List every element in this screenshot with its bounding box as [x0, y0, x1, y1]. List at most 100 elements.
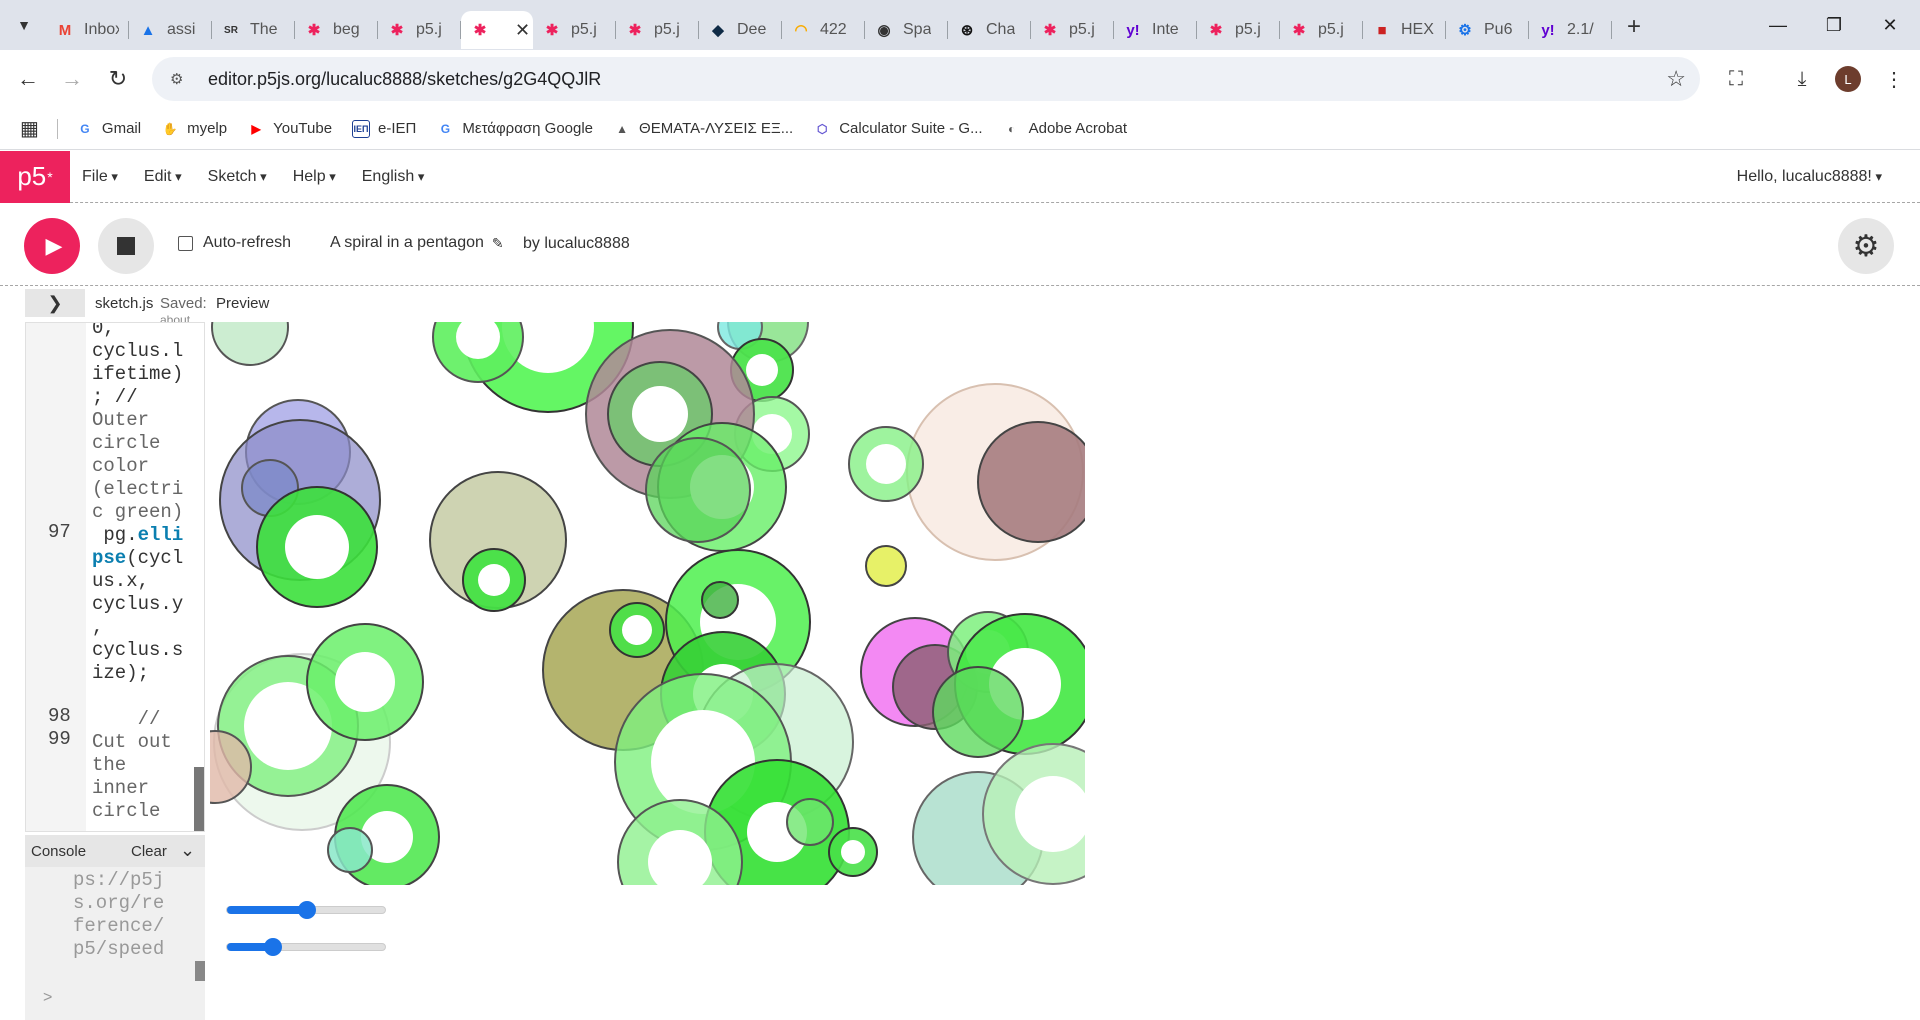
- bookmark-item[interactable]: ▲ ΘΕΜΑΤΑ-ΛΥΣΕΙΣ ΕΞ...: [613, 120, 793, 138]
- bookmark-item[interactable]: G Μετάφραση Google: [436, 120, 593, 138]
- code-line: 0,: [92, 322, 115, 339]
- slider-2[interactable]: [226, 938, 386, 956]
- play-button[interactable]: ▶: [24, 218, 80, 274]
- google-icon: G: [80, 121, 90, 136]
- code-line: pg.elli pse(cycl us.x, cyclus.y , cyclus.…: [92, 524, 204, 685]
- back-button[interactable]: ←: [6, 57, 50, 101]
- extensions-button[interactable]: ⛶: [1714, 57, 1758, 101]
- restore-button[interactable]: ❐: [1806, 0, 1862, 50]
- chevron-down-icon[interactable]: ⌄: [180, 840, 195, 861]
- editor-scrollbar[interactable]: [194, 767, 204, 831]
- url-input[interactable]: ⚙ editor.p5js.org/lucaluc8888/sketches/g…: [152, 57, 1700, 101]
- p5-logo[interactable]: p5 *: [0, 150, 70, 203]
- puzzle-icon: ⛶: [1729, 67, 1743, 90]
- code-editor[interactable]: 97 98 99 0, cyclus.l ifetime); //Outer circ…: [25, 322, 205, 832]
- browser-tab[interactable]: ✱ p5.j: [1197, 11, 1280, 49]
- browser-tab[interactable]: ◉ Spa: [865, 11, 948, 49]
- slider-handle[interactable]: [264, 938, 283, 956]
- pencil-icon[interactable]: ✎: [492, 235, 504, 252]
- bookmark-item[interactable]: ⬡ Calculator Suite - G...: [813, 120, 983, 138]
- browser-tab[interactable]: ✱ p5.j: [616, 11, 699, 49]
- minimize-button[interactable]: —: [1750, 0, 1806, 50]
- tab-title: p5.j: [416, 21, 442, 38]
- sketch-owner[interactable]: by lucaluc8888: [523, 235, 630, 253]
- new-tab-button[interactable]: +: [1618, 11, 1650, 43]
- panel-header: ❯ sketch.js Saved: about Preview: [0, 287, 1920, 327]
- tab-title: Dee: [737, 21, 767, 38]
- console-clear-button[interactable]: Clear: [131, 843, 167, 860]
- tab-title: Inbox: [84, 21, 119, 38]
- bookmark-item[interactable]: G Gmail: [76, 120, 141, 138]
- download-icon: ⤓: [1797, 67, 1807, 90]
- browser-tab[interactable]: ✱ p5.j: [1280, 11, 1363, 49]
- code-comment: // Cut out the inner circle: [92, 708, 172, 822]
- bookmark-item[interactable]: ✋ myelp: [161, 120, 228, 138]
- menu-file[interactable]: File: [82, 168, 118, 186]
- profile-button[interactable]: L: [1826, 57, 1870, 101]
- browser-tab[interactable]: ◆ Dee: [699, 11, 782, 49]
- auto-refresh-checkbox[interactable]: [178, 235, 193, 251]
- slider-fill: [227, 906, 307, 914]
- canvas-circle-hole: [478, 564, 510, 596]
- sketch-preview-canvas[interactable]: [210, 322, 1085, 885]
- browser-tab[interactable]: ◠ 422: [782, 11, 865, 49]
- restore-icon: ❐: [1825, 14, 1843, 35]
- sketch-name[interactable]: A spiral in a pentagon ✎: [330, 234, 504, 252]
- slider-handle[interactable]: [298, 901, 316, 919]
- bookmark-label: Calculator Suite - G...: [839, 120, 983, 137]
- bookmark-item[interactable]: IEΠ e-ΙΕΠ: [352, 119, 416, 138]
- bookmark-item[interactable]: ◐ Adobe Acrobat: [1003, 120, 1127, 138]
- expand-sidebar-button[interactable]: ❯: [25, 289, 85, 317]
- slider-1[interactable]: [226, 901, 386, 919]
- code-line: Outer: [92, 409, 150, 431]
- p5-canvas[interactable]: [210, 322, 1085, 885]
- auto-refresh-toggle[interactable]: Auto-refresh: [178, 234, 291, 252]
- browser-menu-button[interactable]: ⋮: [1872, 57, 1916, 101]
- yahoo-icon: y!: [1126, 21, 1140, 39]
- pyramid-icon: ▲: [616, 121, 628, 136]
- canvas-circle-hole: [632, 386, 688, 442]
- settings-button[interactable]: ⚙: [1838, 218, 1894, 274]
- reload-button[interactable]: ↻: [96, 57, 140, 101]
- browser-tab[interactable]: ✱ ✕: [461, 11, 533, 49]
- browser-tab[interactable]: ✱ p5.j: [533, 11, 616, 49]
- site-info-icon[interactable]: ⚙: [170, 70, 194, 88]
- browser-tab[interactable]: ▲ assi: [129, 11, 212, 49]
- browser-tab[interactable]: M Inbox: [46, 11, 129, 49]
- downloads-button[interactable]: ⤓: [1780, 57, 1824, 101]
- close-icon: ✕: [1882, 14, 1898, 35]
- menu-sketch[interactable]: Sketch: [208, 168, 267, 186]
- forward-button[interactable]: →: [50, 57, 94, 101]
- code-function: pse: [92, 547, 127, 569]
- tab-search-button[interactable]: ▼: [8, 9, 40, 41]
- tab-title: The: [250, 21, 278, 38]
- browser-tab[interactable]: ✱ beg: [295, 11, 378, 49]
- stop-button[interactable]: [98, 218, 154, 274]
- code-text[interactable]: 0, cyclus.l ifetime); //Outer circle color (e…: [92, 322, 204, 823]
- menu-edit[interactable]: Edit: [144, 168, 182, 186]
- apps-grid-icon[interactable]: ▦: [20, 116, 39, 141]
- file-tab[interactable]: sketch.js: [95, 295, 153, 312]
- close-tab-icon[interactable]: ✕: [515, 20, 530, 41]
- reload-icon: ↻: [108, 66, 128, 91]
- browser-tab[interactable]: ✱ p5.j: [1031, 11, 1114, 49]
- browser-tab[interactable]: ■ HEX: [1363, 11, 1446, 49]
- canvas-circle-hole: [335, 652, 395, 712]
- code-line: ifetime): [92, 363, 184, 385]
- console-prompt[interactable]: >: [43, 989, 52, 1007]
- browser-tab[interactable]: SR The: [212, 11, 295, 49]
- iep-icon: IEΠ: [352, 119, 371, 138]
- browser-tab[interactable]: ⊛ Cha: [948, 11, 1031, 49]
- bookmark-star-icon[interactable]: ☆: [1666, 66, 1686, 92]
- bookmark-item[interactable]: ▶ YouTube: [247, 120, 332, 138]
- acrobat-icon: ◐: [1007, 121, 1016, 136]
- browser-tab[interactable]: ✱ p5.j: [378, 11, 461, 49]
- menu-help[interactable]: Help: [293, 168, 336, 186]
- browser-tab[interactable]: y! Inte: [1114, 11, 1197, 49]
- close-window-button[interactable]: ✕: [1862, 0, 1918, 50]
- console-scrollbar[interactable]: [195, 961, 205, 981]
- browser-tab[interactable]: y! 2.1/: [1529, 11, 1612, 49]
- user-menu[interactable]: Hello, lucaluc8888!: [1737, 168, 1882, 186]
- browser-tab[interactable]: ⚙ Pu6: [1446, 11, 1529, 49]
- menu-english[interactable]: English: [362, 168, 425, 186]
